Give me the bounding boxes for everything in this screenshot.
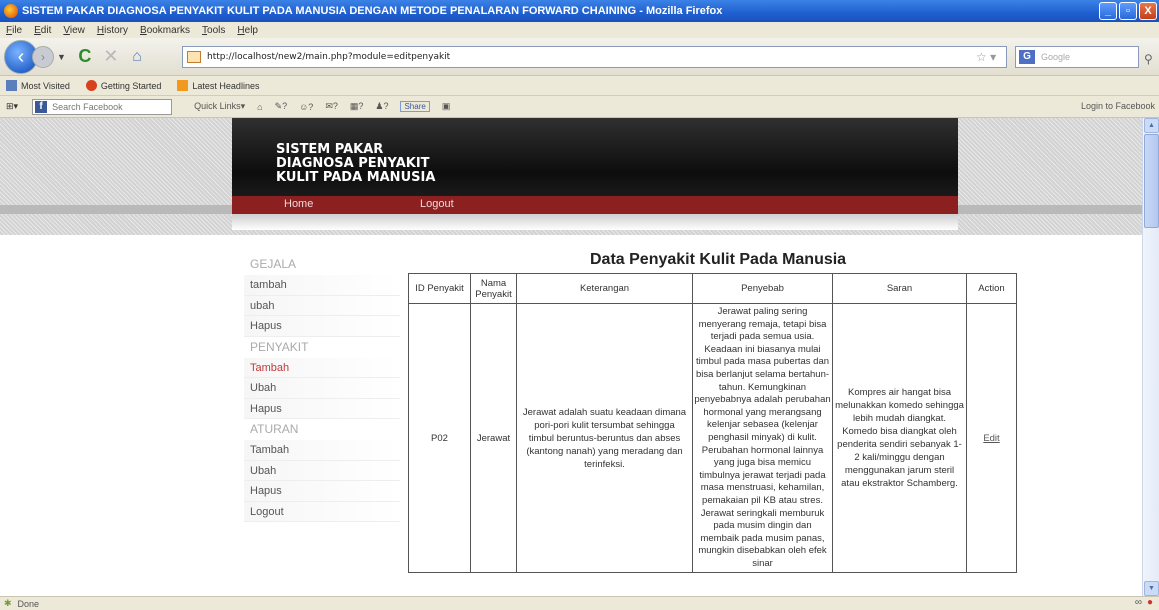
status-text: Done xyxy=(17,598,40,609)
sidebar-item-aturan-ubah[interactable]: Ubah xyxy=(244,460,400,481)
bookmark-star-icon[interactable]: ☆ ▾ xyxy=(976,50,1006,64)
forward-arrow-icon[interactable]: › xyxy=(32,45,54,68)
fb-messages-icon[interactable]: ✉? xyxy=(325,101,338,112)
cell-nama: Jerawat xyxy=(470,302,517,574)
site-title: SISTEM PAKAR DIAGNOSA PENYAKIT KULIT PAD… xyxy=(276,142,436,185)
sidebar-heading-gejala: GEJALA xyxy=(250,257,297,271)
fb-requests-icon[interactable]: ♟? xyxy=(375,101,388,112)
bookmark-most-visited[interactable]: Most Visited xyxy=(6,80,70,91)
menu-file[interactable]: File xyxy=(6,25,22,36)
reload-icon[interactable]: C xyxy=(72,46,98,67)
column-header: Keterangan xyxy=(516,273,693,304)
cell-keterangan: Jerawat adalah suatu keadaan dimana pori… xyxy=(516,302,693,574)
search-placeholder: Google xyxy=(1041,52,1071,62)
home-icon[interactable]: ⌂ xyxy=(124,48,150,66)
search-input[interactable]: G Google xyxy=(1015,46,1139,68)
site-nav: Home Logout xyxy=(232,196,958,214)
sidebar-item-gejala-tambah[interactable]: tambah xyxy=(244,275,400,296)
penyakit-table: ID Penyakit Nama Penyakit Keterangan Pen… xyxy=(408,273,1017,574)
firefox-icon xyxy=(85,80,97,91)
status-bar: ✱ Done ∞ ● xyxy=(0,596,1159,610)
sidebar-heading-aturan: ATURAN xyxy=(250,422,299,436)
nav-home-link[interactable]: Home xyxy=(284,198,313,210)
facebook-search-input[interactable]: f Search Facebook xyxy=(32,98,173,115)
search-icon[interactable]: ⚲ xyxy=(1144,52,1153,66)
sidebar-item-aturan-tambah[interactable]: Tambah xyxy=(244,440,400,461)
menu-view[interactable]: View xyxy=(63,25,85,36)
fb-status-icon[interactable]: ✎? xyxy=(275,101,288,112)
history-dropdown-icon[interactable]: ▼ xyxy=(57,52,66,62)
sidebar-item-penyakit-hapus[interactable]: Hapus xyxy=(244,398,400,419)
fb-photo-icon[interactable]: ▣ xyxy=(442,101,451,112)
column-header: Nama Penyakit xyxy=(470,273,517,304)
sidebar-item-penyakit-ubah[interactable]: Ubah xyxy=(244,378,400,399)
window-titlebar: SISTEM PAKAR DIAGNOSA PENYAKIT KULIT PAD… xyxy=(0,0,1159,22)
scroll-down-icon[interactable]: ▼ xyxy=(1144,581,1159,596)
fb-friends-icon[interactable]: ☺? xyxy=(299,102,313,112)
url-text: http://localhost/new2/main.php?module=ed… xyxy=(207,52,451,62)
bookmark-getting-started[interactable]: Getting Started xyxy=(85,80,161,91)
column-header: ID Penyakit xyxy=(408,273,471,304)
menu-tools[interactable]: Tools xyxy=(202,25,225,36)
favicon-icon xyxy=(187,51,201,63)
facebook-toolbar: ⊞▾ f Search Facebook Quick Links▾ ⌂ ✎? ☺… xyxy=(0,96,1159,118)
firefox-icon xyxy=(4,4,18,18)
minimize-button[interactable]: _ xyxy=(1099,2,1117,20)
addon-icon[interactable]: ∞ xyxy=(1135,597,1142,608)
table-row: P02 Jerawat Jerawat adalah suatu keadaan… xyxy=(408,302,1017,574)
page-viewport: SISTEM PAKAR DIAGNOSA PENYAKIT KULIT PAD… xyxy=(0,118,1142,596)
menubar: File Edit View History Bookmarks Tools H… xyxy=(0,22,1159,38)
bookmarks-toolbar: Most Visited Getting Started Latest Head… xyxy=(0,76,1159,96)
fb-events-icon[interactable]: ▦? xyxy=(350,101,364,112)
rss-icon xyxy=(177,80,189,91)
cell-id: P02 xyxy=(408,302,471,574)
cell-penyebab: Jerawat paling sering menyerang remaja, … xyxy=(692,302,833,574)
status-icon: ✱ xyxy=(4,598,12,608)
edit-link[interactable]: Edit xyxy=(983,433,999,444)
maximize-button[interactable]: ▫ xyxy=(1119,2,1137,20)
facebook-menu-icon[interactable]: ⊞▾ xyxy=(6,101,18,112)
sidebar-item-gejala-ubah[interactable]: ubah xyxy=(244,295,400,316)
chart-icon xyxy=(6,80,17,91)
menu-help[interactable]: Help xyxy=(237,25,258,36)
menu-edit[interactable]: Edit xyxy=(34,25,51,36)
nav-logout-link[interactable]: Logout xyxy=(420,198,454,210)
vertical-scrollbar[interactable]: ▲ ▼ xyxy=(1142,118,1159,596)
menu-history[interactable]: History xyxy=(97,25,128,36)
page-title: Data Penyakit Kulit Pada Manusia xyxy=(590,251,847,268)
security-icon[interactable]: ● xyxy=(1147,597,1153,608)
sidebar-item-penyakit-tambah[interactable]: Tambah xyxy=(244,357,400,378)
column-header: Saran xyxy=(832,273,967,304)
share-button[interactable]: Share xyxy=(400,101,430,112)
window-title: SISTEM PAKAR DIAGNOSA PENYAKIT KULIT PAD… xyxy=(22,5,723,17)
column-header: Action xyxy=(966,273,1017,304)
sidebar-item-logout[interactable]: Logout xyxy=(244,501,400,522)
close-button[interactable]: X xyxy=(1139,2,1157,20)
url-bar[interactable]: http://localhost/new2/main.php?module=ed… xyxy=(182,46,1007,68)
cell-saran: Kompres air hangat bisa melunakkan komed… xyxy=(832,302,967,574)
table-header-row: ID Penyakit Nama Penyakit Keterangan Pen… xyxy=(408,273,1017,304)
column-header: Penyebab xyxy=(692,273,833,304)
nav-shadow xyxy=(232,214,958,230)
fb-home-icon[interactable]: ⌂ xyxy=(257,102,262,112)
facebook-icon: f xyxy=(35,100,48,113)
scrollbar-thumb[interactable] xyxy=(1144,134,1159,228)
cell-action: Edit xyxy=(966,302,1017,574)
sidebar-item-aturan-hapus[interactable]: Hapus xyxy=(244,481,400,502)
menu-bookmarks[interactable]: Bookmarks xyxy=(140,25,190,36)
scroll-up-icon[interactable]: ▲ xyxy=(1144,118,1159,133)
quick-links-menu[interactable]: Quick Links▾ xyxy=(194,101,245,112)
sidebar-item-gejala-hapus[interactable]: Hapus xyxy=(244,316,400,337)
facebook-login-link[interactable]: Login to Facebook xyxy=(1081,101,1155,111)
navigation-toolbar: ‹ › ▼ C ✕ ⌂ http://localhost/new2/main.p… xyxy=(0,38,1159,76)
bookmark-latest-headlines[interactable]: Latest Headlines xyxy=(177,80,259,91)
sidebar-heading-penyakit: PENYAKIT xyxy=(250,339,309,354)
sidebar: GEJALA tambah ubah Hapus PENYAKIT Tambah… xyxy=(244,254,400,522)
stop-icon[interactable]: ✕ xyxy=(98,46,124,67)
google-icon[interactable]: G xyxy=(1019,50,1035,64)
